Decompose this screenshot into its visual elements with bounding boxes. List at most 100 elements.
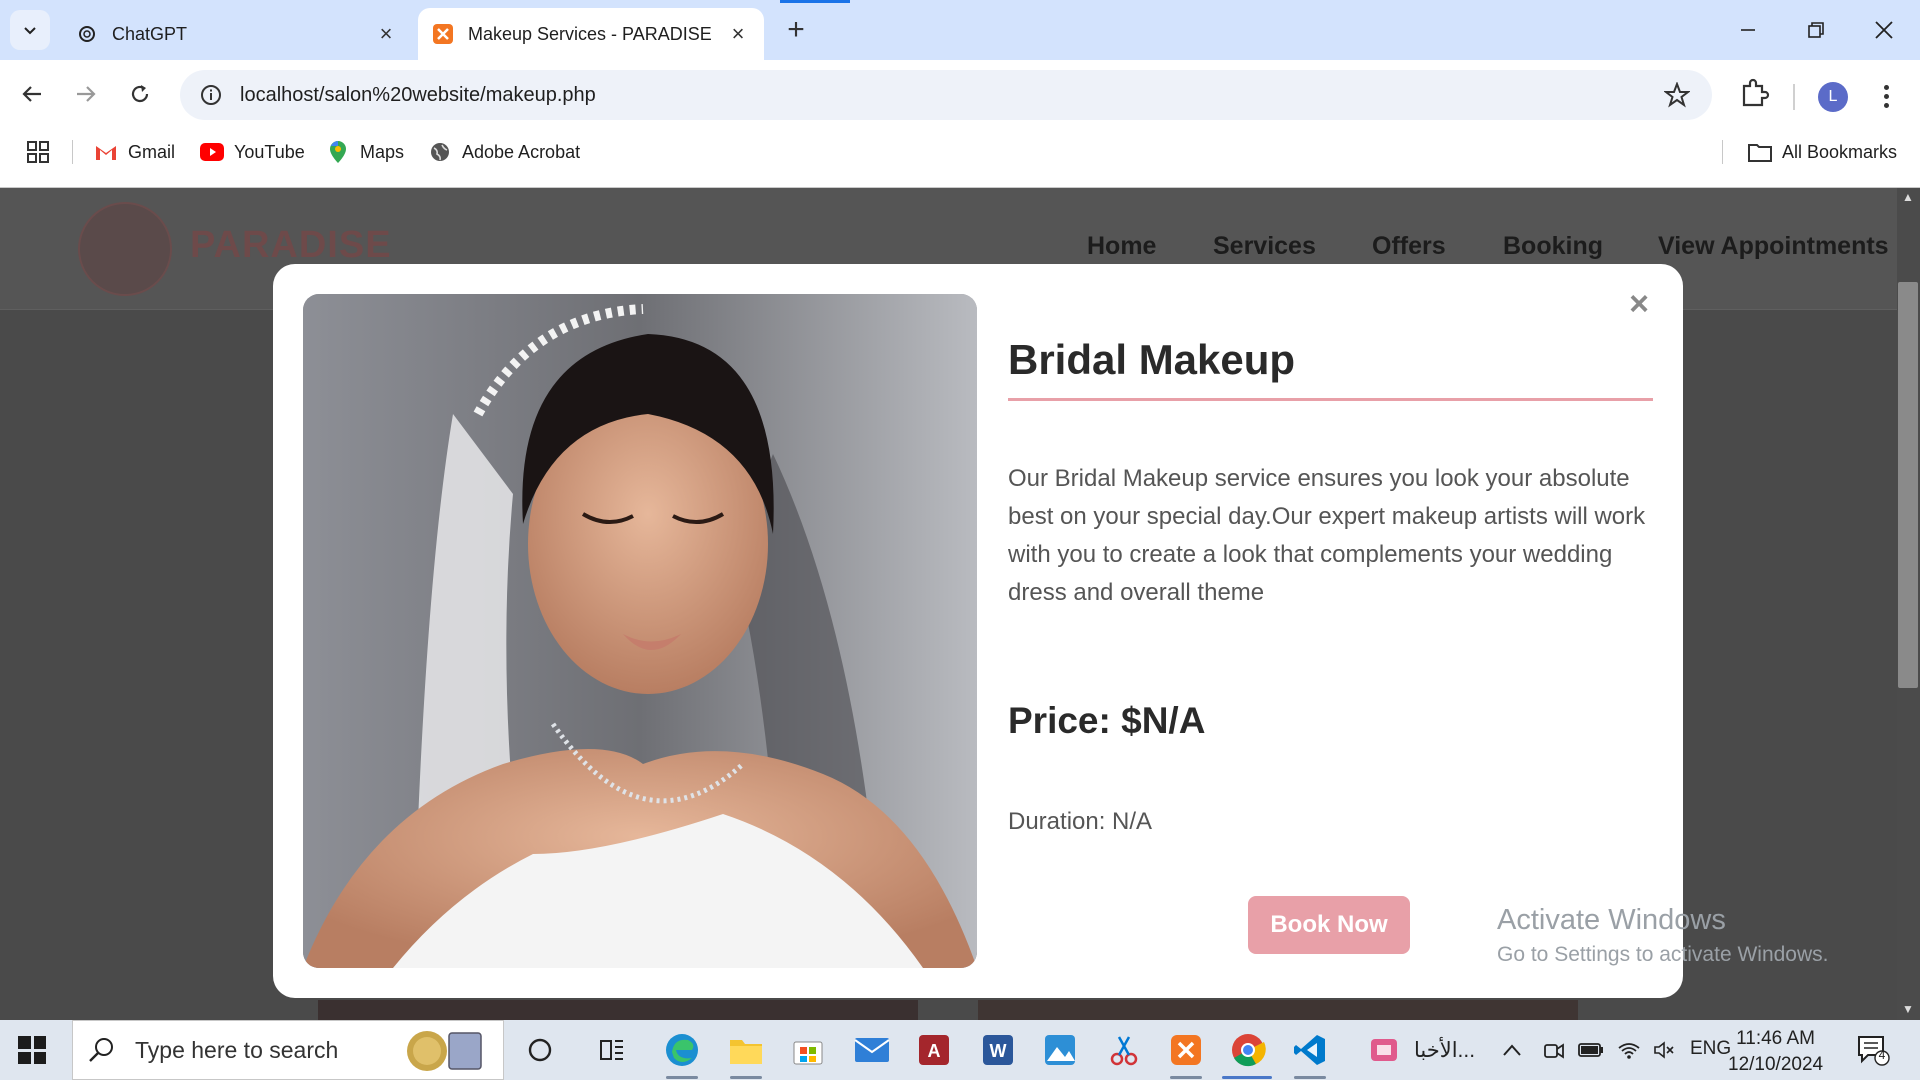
- nav-view-appointments[interactable]: View Appointments: [1658, 232, 1889, 261]
- bridal-makeup-photo: [303, 294, 977, 968]
- news-widget-label[interactable]: الأخبا...: [1414, 1038, 1475, 1063]
- url-text[interactable]: localhost/salon%20website/makeup.php: [240, 84, 596, 107]
- all-bookmarks-label: All Bookmarks: [1782, 141, 1898, 162]
- tab-close-button[interactable]: ×: [374, 21, 398, 46]
- bookmarks-divider: [72, 140, 73, 164]
- search-icon: [89, 1038, 113, 1062]
- watermark-title: Activate Windows: [1497, 904, 1726, 936]
- search-placeholder: Type here to search: [135, 1036, 339, 1063]
- service-description: Our Bridal Makeup service ensures you lo…: [1008, 465, 1646, 606]
- tab-search-button[interactable]: [10, 10, 50, 50]
- site-info-icon[interactable]: [198, 82, 224, 108]
- extensions-icon[interactable]: [1738, 78, 1770, 110]
- bookmark-label: Maps: [360, 141, 405, 162]
- language-indicator[interactable]: ENG: [1690, 1038, 1731, 1060]
- bookmark-star-icon[interactable]: [1664, 82, 1690, 108]
- vscode-icon[interactable]: [1290, 1030, 1330, 1070]
- xampp-icon[interactable]: [1166, 1030, 1206, 1070]
- modal-close-button[interactable]: ×: [1623, 285, 1655, 323]
- microsoft-store-icon[interactable]: [788, 1030, 828, 1070]
- restore-button[interactable]: [1796, 14, 1836, 46]
- access-icon[interactable]: A: [914, 1030, 954, 1070]
- bookmark-adobe-acrobat[interactable]: Adobe Acrobat: [428, 138, 580, 166]
- watermark-subtitle: Go to Settings to activate Windows.: [1497, 943, 1829, 966]
- service-duration: Duration: N/A: [1008, 808, 1153, 835]
- news-widget-icon[interactable]: [1364, 1030, 1404, 1070]
- meet-now-icon[interactable]: [1540, 1030, 1568, 1070]
- edge-icon[interactable]: [662, 1030, 702, 1070]
- profile-avatar[interactable]: L: [1818, 82, 1848, 112]
- address-bar[interactable]: localhost/salon%20website/makeup.php: [180, 70, 1712, 120]
- photos-icon[interactable]: [1040, 1030, 1080, 1070]
- scrollbar-thumb[interactable]: [1898, 282, 1918, 688]
- arrow-left-icon: [22, 86, 41, 102]
- service-card-image: [978, 1000, 1578, 1020]
- taskbar-search-box[interactable]: Type here to search: [72, 1020, 504, 1080]
- scroll-down-icon[interactable]: ▼: [1899, 1002, 1917, 1016]
- scroll-up-icon[interactable]: ▲: [1899, 190, 1917, 204]
- wifi-icon[interactable]: [1614, 1030, 1644, 1070]
- running-indicator: [730, 1076, 762, 1079]
- site-logo-text[interactable]: PARADISE: [190, 224, 392, 267]
- bookmark-maps[interactable]: Maps: [326, 138, 404, 166]
- close-window-button[interactable]: [1864, 14, 1904, 46]
- battery-icon[interactable]: [1576, 1030, 1606, 1070]
- task-view-icon[interactable]: [592, 1030, 632, 1070]
- chatgpt-icon: [76, 23, 98, 45]
- browser-menu-button[interactable]: [1872, 78, 1900, 114]
- minimize-icon: [1741, 29, 1755, 31]
- mail-icon[interactable]: [852, 1030, 892, 1070]
- book-now-button[interactable]: Book Now: [1248, 896, 1410, 954]
- tab-title: ChatGPT: [112, 23, 188, 44]
- bookmarks-bar: Gmail YouTube Maps Adobe Acrobat All Boo…: [0, 132, 1920, 172]
- globe-icon: [428, 140, 452, 164]
- new-tab-button[interactable]: +: [780, 13, 812, 46]
- xampp-icon: [432, 23, 454, 45]
- tab-makeup-services[interactable]: Makeup Services - PARADISE ×: [418, 8, 764, 60]
- bookmark-gmail[interactable]: Gmail: [94, 138, 175, 166]
- gmail-icon: [94, 140, 118, 164]
- notification-center-icon[interactable]: 4: [1856, 1034, 1890, 1066]
- show-hidden-icons-icon[interactable]: [1500, 1030, 1524, 1070]
- windows-start-icon[interactable]: [18, 1036, 46, 1064]
- running-indicator: [1294, 1076, 1326, 1079]
- bookmark-youtube[interactable]: YouTube: [200, 138, 305, 166]
- title-underline: [1008, 398, 1653, 401]
- svg-text:A: A: [928, 1041, 941, 1061]
- service-modal: × Bridal Makeup Our Bridal Makeup servic…: [273, 264, 1683, 998]
- restore-icon: [1808, 22, 1824, 38]
- snipping-tool-icon[interactable]: [1104, 1030, 1144, 1070]
- forward-button[interactable]: [66, 74, 106, 114]
- system-clock[interactable]: 11:46 AM 12/10/2024: [1728, 1026, 1823, 1078]
- back-button[interactable]: [12, 74, 52, 114]
- maps-icon: [326, 140, 350, 164]
- site-logo-icon[interactable]: [78, 202, 172, 296]
- running-indicator: [1170, 1076, 1202, 1079]
- chrome-icon[interactable]: [1228, 1030, 1268, 1070]
- minimize-button[interactable]: [1728, 14, 1768, 46]
- file-explorer-icon[interactable]: [726, 1030, 766, 1070]
- word-icon[interactable]: W: [978, 1030, 1018, 1070]
- folder-icon: [1748, 140, 1772, 164]
- activate-windows-watermark: Activate Windows Go to Settings to activ…: [1497, 904, 1829, 967]
- apps-grid-icon[interactable]: [26, 140, 50, 164]
- all-bookmarks-button[interactable]: All Bookmarks: [1748, 138, 1897, 166]
- bookmark-label: YouTube: [234, 141, 305, 162]
- youtube-icon: [200, 140, 224, 164]
- tab-close-button[interactable]: ×: [726, 21, 750, 46]
- bookmark-label: Adobe Acrobat: [462, 141, 581, 162]
- speaker-muted-icon[interactable]: [1650, 1030, 1680, 1070]
- service-price: Price: $N/A: [1008, 700, 1206, 741]
- reload-icon: [131, 85, 149, 103]
- reload-button[interactable]: [120, 74, 160, 114]
- nav-offers[interactable]: Offers: [1372, 232, 1446, 261]
- nav-home[interactable]: Home: [1087, 232, 1156, 261]
- notification-count: 4: [1878, 1048, 1886, 1062]
- nav-booking[interactable]: Booking: [1503, 232, 1603, 261]
- toolbar-divider: [1793, 84, 1795, 110]
- nav-services[interactable]: Services: [1213, 232, 1316, 261]
- cortana-icon[interactable]: [520, 1030, 560, 1070]
- browser-toolbar: localhost/salon%20website/makeup.php L G…: [0, 60, 1920, 188]
- loading-indicator: [780, 0, 850, 3]
- tab-chatgpt[interactable]: ChatGPT ×: [62, 8, 412, 60]
